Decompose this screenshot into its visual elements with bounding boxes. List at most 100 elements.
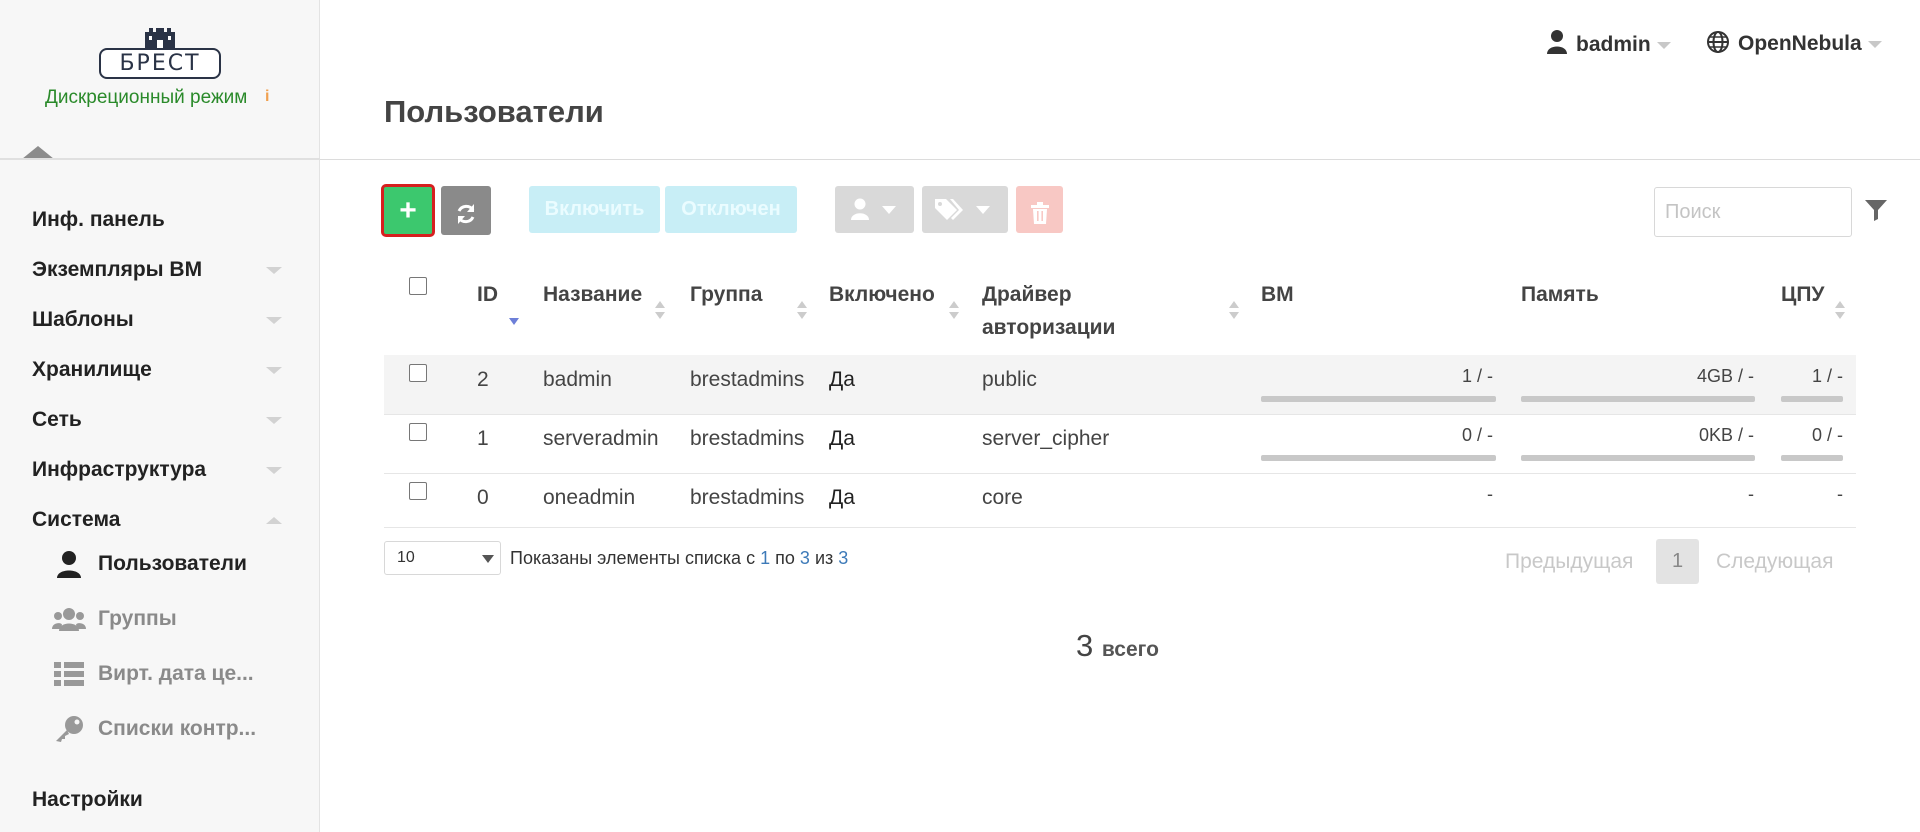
column-header-group[interactable]: Группа bbox=[690, 278, 762, 311]
mode-label: Дискреционный режим bbox=[45, 87, 248, 108]
change-group-button[interactable] bbox=[835, 186, 914, 233]
cpu-usage-bar bbox=[1781, 396, 1843, 402]
column-header-enabled[interactable]: Включено bbox=[829, 278, 935, 311]
column-header-name[interactable]: Название bbox=[543, 278, 642, 311]
info-from: 1 bbox=[760, 548, 771, 568]
sidebar: БРЕСТ Дискреционный режим i Инф. панель … bbox=[0, 0, 320, 832]
zone-name: OpenNebula bbox=[1738, 32, 1862, 55]
sidebar-subitem-label: Пользователи bbox=[98, 552, 247, 575]
cell-group: brestadmins bbox=[690, 427, 805, 450]
memory-usage-text: - bbox=[1748, 484, 1754, 504]
header-divider bbox=[320, 159, 1920, 160]
column-header-vm[interactable]: ВМ bbox=[1261, 278, 1294, 311]
total-count: 3 всего bbox=[1076, 628, 1159, 664]
sidebar-item-infrastructure[interactable]: Инфраструктура bbox=[32, 455, 282, 505]
sidebar-item-label: Шаблоны bbox=[32, 308, 134, 331]
info-icon[interactable]: i bbox=[265, 88, 269, 106]
sidebar-item-templates[interactable]: Шаблоны bbox=[32, 305, 282, 355]
sort-icon bbox=[1835, 301, 1845, 319]
vm-usage-text: 1 / - bbox=[1461, 366, 1493, 386]
cell-name: badmin bbox=[543, 368, 612, 391]
vm-usage-text: - bbox=[1487, 484, 1493, 504]
search-input[interactable] bbox=[1654, 187, 1852, 237]
sidebar-item-label: Сеть bbox=[32, 408, 82, 431]
column-header-id[interactable]: ID bbox=[477, 278, 498, 311]
user-name: badmin bbox=[1576, 33, 1651, 56]
sidebar-item-label: Инф. панель bbox=[32, 208, 165, 231]
labels-button[interactable] bbox=[922, 186, 1008, 233]
pagination-info: Показаны элементы списка с 1 по 3 из 3 bbox=[510, 548, 848, 569]
sidebar-subitem-label: Группы bbox=[98, 607, 177, 630]
cell-enabled: Да bbox=[829, 427, 855, 450]
row-checkbox[interactable] bbox=[409, 482, 427, 500]
sidebar-item-label: Хранилище bbox=[32, 358, 152, 381]
chevron-down-icon bbox=[266, 367, 282, 374]
table-list-icon bbox=[54, 662, 84, 686]
chevron-down-icon bbox=[266, 267, 282, 274]
info-total: 3 bbox=[838, 548, 849, 568]
caret-down-icon bbox=[1656, 41, 1671, 49]
brest-logo[interactable]: БРЕСТ bbox=[99, 26, 221, 81]
refresh-icon bbox=[457, 203, 475, 224]
chevron-down-icon bbox=[266, 467, 282, 474]
users-icon bbox=[52, 608, 86, 631]
row-checkbox[interactable] bbox=[409, 364, 427, 382]
sort-desc-icon bbox=[509, 318, 519, 325]
sidebar-item-vms[interactable]: Экземпляры ВМ bbox=[32, 255, 282, 305]
cpu-usage-text: - bbox=[1837, 484, 1843, 504]
sidebar-subitem-vdcs[interactable]: Вирт. дата це... bbox=[52, 654, 312, 694]
sidebar-item-label: Настройки bbox=[32, 788, 143, 811]
cell-name: serveradmin bbox=[543, 427, 659, 450]
select-all-checkbox[interactable] bbox=[409, 277, 427, 295]
sidebar-item-storage[interactable]: Хранилище bbox=[32, 355, 282, 405]
sidebar-subitem-acls[interactable]: Списки контр... bbox=[52, 709, 312, 749]
cell-id: 0 bbox=[477, 486, 489, 509]
enable-button[interactable]: Включить bbox=[529, 186, 660, 233]
page-size-value: 10 bbox=[397, 549, 415, 566]
sidebar-item-label: Инфраструктура bbox=[32, 458, 207, 481]
globe-icon bbox=[1707, 31, 1729, 53]
row-checkbox[interactable] bbox=[409, 423, 427, 441]
cpu-usage-bar bbox=[1781, 455, 1843, 461]
sidebar-subitem-users[interactable]: Пользователи bbox=[52, 544, 312, 584]
page-title: Пользователи bbox=[384, 94, 604, 129]
user-icon bbox=[851, 198, 869, 220]
user-menu[interactable]: badmin bbox=[1546, 30, 1671, 62]
info-prefix: Показаны элементы списка с bbox=[510, 548, 756, 568]
page-number-button[interactable]: 1 bbox=[1656, 539, 1699, 584]
info-mid2: из bbox=[814, 548, 834, 568]
tags-icon bbox=[935, 199, 963, 220]
key-icon bbox=[56, 716, 83, 742]
cpu-usage-text: 0 / - bbox=[1811, 425, 1843, 445]
cell-enabled: Да bbox=[829, 486, 855, 509]
sidebar-item-settings[interactable]: Настройки bbox=[32, 785, 282, 832]
delete-button[interactable] bbox=[1016, 186, 1063, 233]
disable-button[interactable]: Отключен bbox=[665, 186, 797, 233]
cpu-usage-text: 1 / - bbox=[1811, 366, 1843, 386]
logo-text: БРЕСТ bbox=[99, 48, 221, 79]
sidebar-item-network[interactable]: Сеть bbox=[32, 405, 282, 455]
next-page-button[interactable]: Следующая bbox=[1716, 550, 1833, 574]
column-header-memory[interactable]: Память bbox=[1521, 278, 1599, 311]
vm-usage-bar bbox=[1261, 396, 1496, 402]
vm-usage-text: 0 / - bbox=[1461, 425, 1493, 445]
chevron-down-icon bbox=[266, 317, 282, 324]
sidebar-item-dashboard[interactable]: Инф. панель bbox=[32, 205, 282, 255]
sort-icon bbox=[1229, 301, 1239, 319]
caret-down-icon bbox=[882, 206, 896, 214]
filter-icon[interactable] bbox=[1864, 198, 1888, 222]
sidebar-subitem-groups[interactable]: Группы bbox=[52, 599, 312, 639]
sort-icon bbox=[655, 301, 665, 319]
sidebar-item-label: Система bbox=[32, 508, 121, 531]
add-user-button[interactable]: + bbox=[381, 184, 435, 237]
previous-page-button[interactable]: Предыдущая bbox=[1505, 550, 1633, 574]
sidebar-subitem-label: Списки контр... bbox=[98, 717, 257, 740]
row-divider bbox=[384, 527, 1856, 528]
sidebar-nav: Инф. панель Экземпляры ВМ Шаблоны Хранил… bbox=[32, 205, 282, 555]
caret-down-icon bbox=[976, 206, 990, 214]
column-header-auth-driver[interactable]: Драйвер авторизации bbox=[982, 278, 1202, 344]
refresh-button[interactable] bbox=[441, 186, 491, 235]
column-header-cpu[interactable]: ЦПУ bbox=[1781, 278, 1825, 311]
zone-menu[interactable]: OpenNebula bbox=[1706, 30, 1882, 62]
page-size-select[interactable]: 10 bbox=[384, 541, 501, 575]
